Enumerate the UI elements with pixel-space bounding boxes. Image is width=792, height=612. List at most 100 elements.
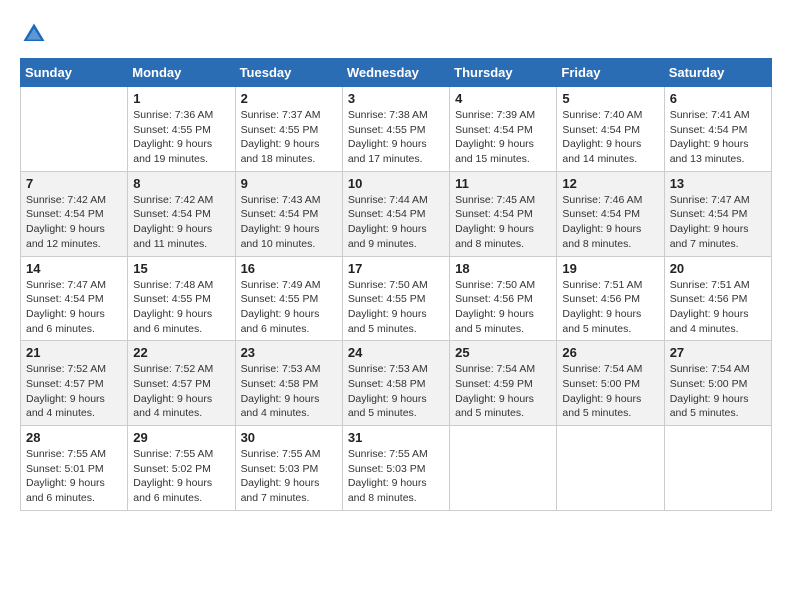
day-info: Sunrise: 7:55 AM Sunset: 5:03 PM Dayligh… — [348, 447, 444, 506]
calendar-cell: 28 Sunrise: 7:55 AM Sunset: 5:01 PM Dayli… — [21, 426, 128, 511]
day-info: Sunrise: 7:55 AM Sunset: 5:01 PM Dayligh… — [26, 447, 122, 506]
calendar-cell: 23 Sunrise: 7:53 AM Sunset: 4:58 PM Dayli… — [235, 341, 342, 426]
calendar-cell: 16Sunrise: 7:49 AM Sunset: 4:55 PM Dayli… — [235, 256, 342, 341]
calendar-cell: 14Sunrise: 7:47 AM Sunset: 4:54 PM Dayli… — [21, 256, 128, 341]
day-info: Sunrise: 7:45 AM Sunset: 4:54 PM Dayligh… — [455, 193, 551, 252]
day-number: 1 — [133, 91, 229, 106]
day-number: 28 — [26, 430, 122, 445]
day-info: Sunrise: 7:55 AM Sunset: 5:02 PM Dayligh… — [133, 447, 229, 506]
day-number: 31 — [348, 430, 444, 445]
calendar-cell: 13 Sunrise: 7:47 AM Sunset: 4:54 PM Dayli… — [664, 171, 771, 256]
calendar-week-row: 1 Sunrise: 7:36 AM Sunset: 4:55 PM Daylig… — [21, 87, 772, 172]
calendar-cell: 4Sunrise: 7:39 AM Sunset: 4:54 PM Daylig… — [450, 87, 557, 172]
day-info: Sunrise: 7:52 AM Sunset: 4:57 PM Dayligh… — [26, 362, 122, 421]
calendar-header-row: SundayMondayTuesdayWednesdayThursdayFrid… — [21, 59, 772, 87]
day-number: 19 — [562, 261, 658, 276]
calendar-cell — [21, 87, 128, 172]
day-number: 23 — [241, 345, 337, 360]
calendar-cell: 27Sunrise: 7:54 AM Sunset: 5:00 PM Dayli… — [664, 341, 771, 426]
day-number: 21 — [26, 345, 122, 360]
day-number: 22 — [133, 345, 229, 360]
calendar-week-row: 7 Sunrise: 7:42 AM Sunset: 4:54 PM Daylig… — [21, 171, 772, 256]
day-info: Sunrise: 7:46 AM Sunset: 4:54 PM Dayligh… — [562, 193, 658, 252]
calendar-cell: 10Sunrise: 7:44 AM Sunset: 4:54 PM Dayli… — [342, 171, 449, 256]
day-number: 27 — [670, 345, 766, 360]
day-number: 11 — [455, 176, 551, 191]
day-info: Sunrise: 7:48 AM Sunset: 4:55 PM Dayligh… — [133, 278, 229, 337]
day-info: Sunrise: 7:54 AM Sunset: 4:59 PM Dayligh… — [455, 362, 551, 421]
day-info: Sunrise: 7:47 AM Sunset: 4:54 PM Dayligh… — [670, 193, 766, 252]
day-info: Sunrise: 7:41 AM Sunset: 4:54 PM Dayligh… — [670, 108, 766, 167]
page-header — [20, 20, 772, 48]
day-info: Sunrise: 7:43 AM Sunset: 4:54 PM Dayligh… — [241, 193, 337, 252]
calendar-cell: 20Sunrise: 7:51 AM Sunset: 4:56 PM Dayli… — [664, 256, 771, 341]
calendar-cell — [664, 426, 771, 511]
calendar-cell: 7 Sunrise: 7:42 AM Sunset: 4:54 PM Daylig… — [21, 171, 128, 256]
day-of-week-header: Tuesday — [235, 59, 342, 87]
calendar-table: SundayMondayTuesdayWednesdayThursdayFrid… — [20, 58, 772, 511]
calendar-cell — [557, 426, 664, 511]
calendar-cell: 22 Sunrise: 7:52 AM Sunset: 4:57 PM Dayli… — [128, 341, 235, 426]
calendar-cell: 25 Sunrise: 7:54 AM Sunset: 4:59 PM Dayli… — [450, 341, 557, 426]
day-number: 20 — [670, 261, 766, 276]
calendar-cell: 2 Sunrise: 7:37 AM Sunset: 4:55 PM Daylig… — [235, 87, 342, 172]
day-of-week-header: Wednesday — [342, 59, 449, 87]
logo — [20, 20, 52, 48]
day-number: 6 — [670, 91, 766, 106]
day-info: Sunrise: 7:36 AM Sunset: 4:55 PM Dayligh… — [133, 108, 229, 167]
calendar-cell: 5 Sunrise: 7:40 AM Sunset: 4:54 PM Daylig… — [557, 87, 664, 172]
calendar-cell: 15 Sunrise: 7:48 AM Sunset: 4:55 PM Dayli… — [128, 256, 235, 341]
day-of-week-header: Monday — [128, 59, 235, 87]
day-number: 10 — [348, 176, 444, 191]
day-of-week-header: Sunday — [21, 59, 128, 87]
day-number: 29 — [133, 430, 229, 445]
day-number: 12 — [562, 176, 658, 191]
day-info: Sunrise: 7:49 AM Sunset: 4:55 PM Dayligh… — [241, 278, 337, 337]
calendar-cell: 8 Sunrise: 7:42 AM Sunset: 4:54 PM Daylig… — [128, 171, 235, 256]
calendar-week-row: 14Sunrise: 7:47 AM Sunset: 4:54 PM Dayli… — [21, 256, 772, 341]
day-number: 30 — [241, 430, 337, 445]
calendar-cell: 29 Sunrise: 7:55 AM Sunset: 5:02 PM Dayli… — [128, 426, 235, 511]
calendar-cell: 18 Sunrise: 7:50 AM Sunset: 4:56 PM Dayli… — [450, 256, 557, 341]
day-info: Sunrise: 7:38 AM Sunset: 4:55 PM Dayligh… — [348, 108, 444, 167]
day-number: 13 — [670, 176, 766, 191]
day-info: Sunrise: 7:50 AM Sunset: 4:56 PM Dayligh… — [455, 278, 551, 337]
day-info: Sunrise: 7:50 AM Sunset: 4:55 PM Dayligh… — [348, 278, 444, 337]
day-info: Sunrise: 7:42 AM Sunset: 4:54 PM Dayligh… — [133, 193, 229, 252]
calendar-cell: 24Sunrise: 7:53 AM Sunset: 4:58 PM Dayli… — [342, 341, 449, 426]
day-info: Sunrise: 7:42 AM Sunset: 4:54 PM Dayligh… — [26, 193, 122, 252]
calendar-cell — [450, 426, 557, 511]
calendar-cell: 17 Sunrise: 7:50 AM Sunset: 4:55 PM Dayli… — [342, 256, 449, 341]
calendar-cell: 11 Sunrise: 7:45 AM Sunset: 4:54 PM Dayli… — [450, 171, 557, 256]
generalblue-logo-icon — [20, 20, 48, 48]
day-number: 4 — [455, 91, 551, 106]
day-number: 5 — [562, 91, 658, 106]
day-info: Sunrise: 7:40 AM Sunset: 4:54 PM Dayligh… — [562, 108, 658, 167]
calendar-cell: 30 Sunrise: 7:55 AM Sunset: 5:03 PM Dayli… — [235, 426, 342, 511]
day-info: Sunrise: 7:37 AM Sunset: 4:55 PM Dayligh… — [241, 108, 337, 167]
calendar-cell: 3 Sunrise: 7:38 AM Sunset: 4:55 PM Daylig… — [342, 87, 449, 172]
day-number: 3 — [348, 91, 444, 106]
day-number: 25 — [455, 345, 551, 360]
day-info: Sunrise: 7:51 AM Sunset: 4:56 PM Dayligh… — [562, 278, 658, 337]
day-number: 7 — [26, 176, 122, 191]
day-info: Sunrise: 7:54 AM Sunset: 5:00 PM Dayligh… — [562, 362, 658, 421]
day-number: 8 — [133, 176, 229, 191]
day-of-week-header: Thursday — [450, 59, 557, 87]
day-info: Sunrise: 7:55 AM Sunset: 5:03 PM Dayligh… — [241, 447, 337, 506]
day-number: 17 — [348, 261, 444, 276]
day-info: Sunrise: 7:52 AM Sunset: 4:57 PM Dayligh… — [133, 362, 229, 421]
day-info: Sunrise: 7:53 AM Sunset: 4:58 PM Dayligh… — [348, 362, 444, 421]
calendar-cell: 31 Sunrise: 7:55 AM Sunset: 5:03 PM Dayli… — [342, 426, 449, 511]
day-number: 18 — [455, 261, 551, 276]
calendar-cell: 21 Sunrise: 7:52 AM Sunset: 4:57 PM Dayli… — [21, 341, 128, 426]
calendar-cell: 6 Sunrise: 7:41 AM Sunset: 4:54 PM Daylig… — [664, 87, 771, 172]
day-number: 26 — [562, 345, 658, 360]
calendar-cell: 19 Sunrise: 7:51 AM Sunset: 4:56 PM Dayli… — [557, 256, 664, 341]
day-number: 15 — [133, 261, 229, 276]
calendar-week-row: 28 Sunrise: 7:55 AM Sunset: 5:01 PM Dayli… — [21, 426, 772, 511]
calendar-cell: 26 Sunrise: 7:54 AM Sunset: 5:00 PM Dayli… — [557, 341, 664, 426]
day-info: Sunrise: 7:53 AM Sunset: 4:58 PM Dayligh… — [241, 362, 337, 421]
day-number: 9 — [241, 176, 337, 191]
day-number: 2 — [241, 91, 337, 106]
